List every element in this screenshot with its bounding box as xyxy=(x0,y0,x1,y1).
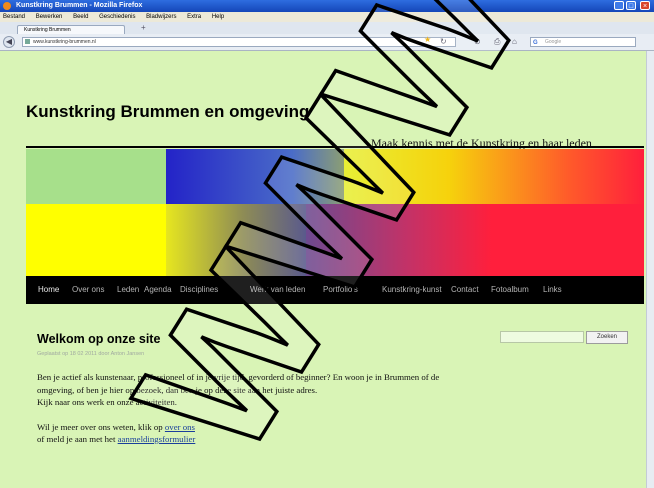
nav-leden[interactable]: Leden xyxy=(117,276,139,304)
site-title[interactable]: Kunstkring Brummen en omgeving xyxy=(26,102,309,122)
back-arrow-icon[interactable]: ◀ xyxy=(3,36,15,48)
site-search-input[interactable] xyxy=(500,331,584,343)
post-more-text: Wil je meer over ons weten, klik op xyxy=(37,421,163,432)
header-banner-image xyxy=(26,149,644,276)
menu-extra[interactable]: Extra xyxy=(187,14,201,20)
post-meta: Geplaatst op 18 02 2011 door Anton Janse… xyxy=(37,351,145,357)
address-url: www.kunstkring-brummen.nl xyxy=(33,39,96,45)
menu-bewerken[interactable]: Bewerken xyxy=(36,14,63,20)
nav-home[interactable]: Home xyxy=(38,276,59,304)
menu-help[interactable]: Help xyxy=(212,14,224,20)
banner-block-yellow xyxy=(26,204,166,276)
site-favicon-icon xyxy=(25,39,30,44)
post-paragraph-intro: Ben je actief als kunstenaar, profession… xyxy=(37,372,440,395)
window-titlebar: Kunstkring Brummen - Mozilla Firefox _ □… xyxy=(0,0,654,12)
banner-block-yellow-red xyxy=(344,149,644,204)
nav-fotoalbum[interactable]: Fotoalbum xyxy=(491,276,529,304)
post-paragraph-register: of meld je aan met het aanmeldingsformul… xyxy=(37,433,477,446)
stop-icon[interactable]: ⊘ xyxy=(474,37,481,46)
over-ons-link[interactable]: over ons xyxy=(165,422,195,432)
print-icon[interactable]: ⎙ xyxy=(494,37,500,47)
page-scrollbar[interactable] xyxy=(646,51,654,488)
new-tab-button[interactable]: + xyxy=(141,23,146,32)
menu-bestand[interactable]: Bestand xyxy=(3,14,25,20)
window-title: Kunstkring Brummen - Mozilla Firefox xyxy=(16,2,143,9)
bookmark-star-icon[interactable]: ★ xyxy=(424,35,431,44)
banner-block-lightgreen xyxy=(26,149,166,204)
reload-icon[interactable]: ↻ xyxy=(440,37,447,46)
post-body: Ben je actief als kunstenaar, profession… xyxy=(37,371,477,446)
post-register-text: of meld je aan met het xyxy=(37,434,116,444)
post-title[interactable]: Welkom op onze site xyxy=(37,332,160,346)
nav-over-ons[interactable]: Over ons xyxy=(72,276,104,304)
banner-block-olive xyxy=(166,204,306,276)
minimize-button[interactable]: _ xyxy=(614,1,624,10)
nav-links[interactable]: Links xyxy=(543,276,562,304)
menubar: Bestand Bewerken Beeld Geschiedenis Blad… xyxy=(0,12,654,22)
header-divider xyxy=(26,146,644,148)
maximize-button[interactable]: □ xyxy=(626,1,636,10)
close-button[interactable]: × xyxy=(640,1,650,10)
tab-kunstkring[interactable]: Kunstkring Brummen xyxy=(17,25,125,34)
site-search-button[interactable]: Zoeken xyxy=(586,331,628,344)
home-icon[interactable]: ⌂ xyxy=(512,37,517,46)
firefox-icon xyxy=(3,2,11,10)
menu-beeld[interactable]: Beeld xyxy=(73,14,88,20)
post-paragraph-activities: Kijk naar ons werk en onze activiteiten. xyxy=(37,397,177,407)
nav-werk-van-leden[interactable]: Werk van leden xyxy=(250,276,305,304)
tab-bar: Kunstkring Brummen + xyxy=(0,22,654,34)
banner-block-red xyxy=(306,204,644,276)
google-icon: G xyxy=(533,40,538,46)
nav-portfolios[interactable]: Portfolio's xyxy=(323,276,358,304)
browser-search-box[interactable]: G Google xyxy=(530,37,636,47)
menu-bladwijzers[interactable]: Bladwijzers xyxy=(146,14,176,20)
aanmeldingsformulier-link[interactable]: aanmeldingsformulier xyxy=(118,434,196,444)
address-bar[interactable]: www.kunstkring-brummen.nl xyxy=(22,37,456,47)
nav-agenda[interactable]: Agenda xyxy=(144,276,172,304)
nav-contact[interactable]: Contact xyxy=(451,276,479,304)
browser-search-placeholder: Google xyxy=(545,39,562,45)
menu-geschiedenis[interactable]: Geschiedenis xyxy=(99,14,135,20)
nav-kunstkring-kunst[interactable]: Kunstkring-kunst xyxy=(382,276,442,304)
nav-disciplines[interactable]: Disciplines xyxy=(180,276,218,304)
main-navigation: Home Over ons Leden Agenda Disciplines W… xyxy=(26,276,644,304)
banner-block-blue xyxy=(166,149,346,204)
post-paragraph-more: Wil je meer over ons weten, klik op over… xyxy=(37,421,477,434)
